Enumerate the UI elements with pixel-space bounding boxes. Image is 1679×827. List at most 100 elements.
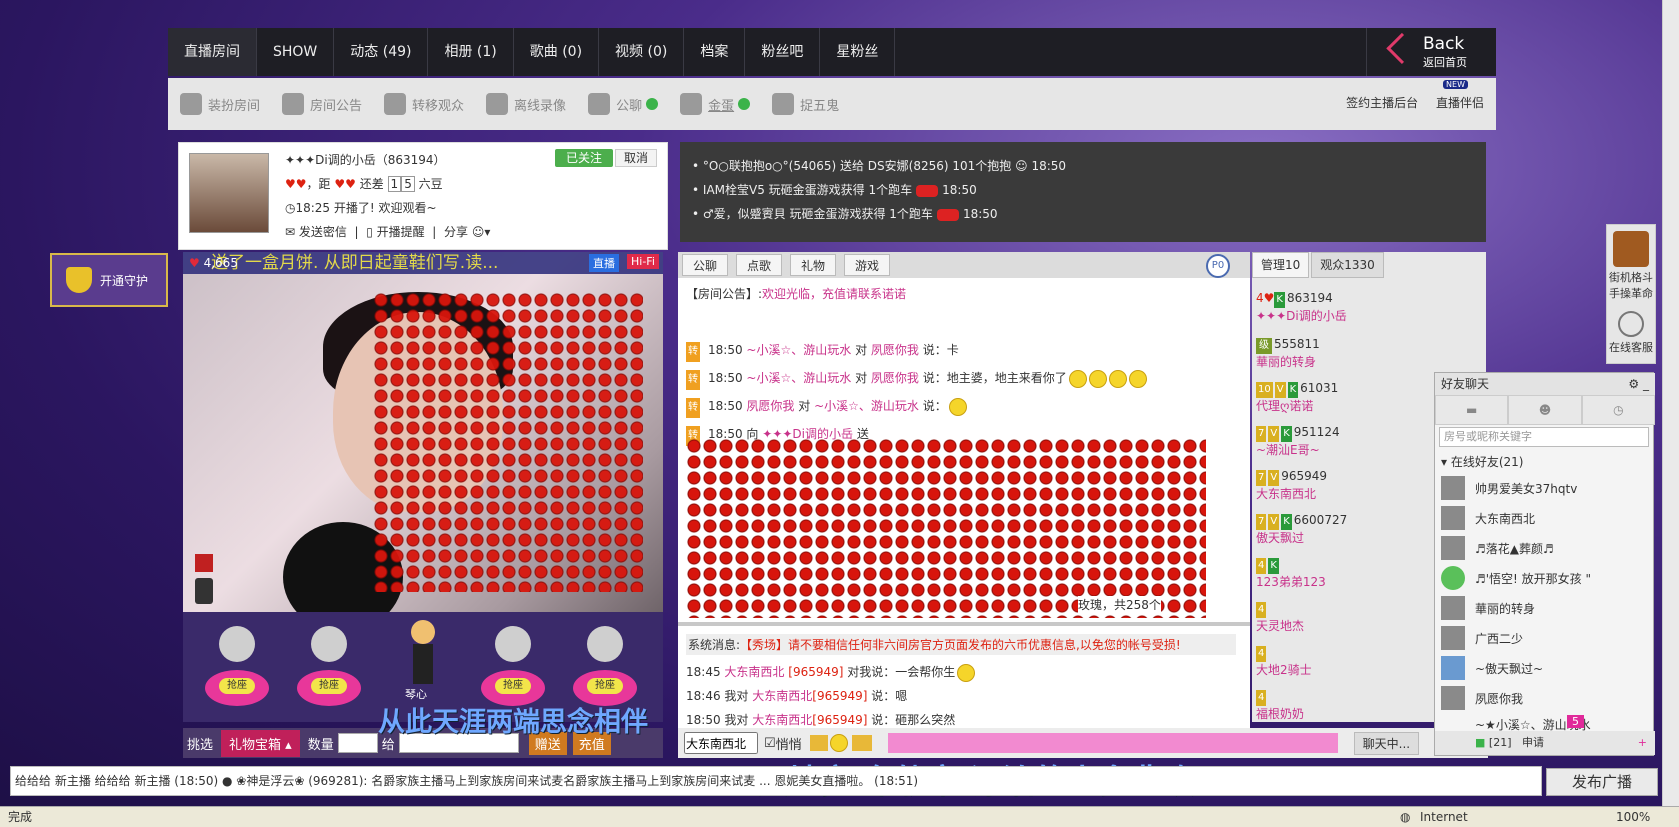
room-notice-button[interactable]: 房间公告 bbox=[282, 93, 362, 115]
friend-avatar bbox=[1441, 656, 1465, 680]
sports-car-icon bbox=[936, 208, 959, 221]
recent-tab-icon[interactable]: ◷ bbox=[1581, 395, 1655, 425]
gift-box-button[interactable]: 礼物宝箱 ▴ bbox=[221, 729, 300, 757]
add-friend-icon[interactable]: + bbox=[1638, 731, 1647, 755]
user-row[interactable]: 4 K 123弟弟123 bbox=[1256, 556, 1326, 590]
friend-item[interactable]: ♬'悟空! 放开那女孩 " bbox=[1441, 563, 1591, 593]
tab-public-chat[interactable]: 公聊 bbox=[682, 254, 729, 276]
tab-audience[interactable]: 观众1330 bbox=[1311, 252, 1384, 278]
followed-button[interactable]: 已关注 bbox=[555, 149, 613, 167]
apply-count-badge: 5 bbox=[1567, 715, 1584, 728]
chat-message-input[interactable] bbox=[887, 733, 1338, 753]
chat-to[interactable]: 夙愿你我 bbox=[871, 343, 919, 357]
seat-1[interactable]: 抢座 bbox=[201, 626, 273, 712]
messages-tab-icon[interactable]: ▬ bbox=[1435, 395, 1509, 425]
user-row[interactable]: 4 大地2骑士 bbox=[1256, 644, 1312, 678]
user-row[interactable]: 7 V K 951124 ~潮汕E哥~ bbox=[1256, 424, 1340, 458]
tab-song-request[interactable]: 点歌 bbox=[736, 254, 783, 276]
grab-seat-button[interactable]: 抢座 bbox=[219, 678, 255, 694]
user-row[interactable]: 7 V 965949 大东南西北 bbox=[1256, 468, 1327, 502]
online-friends-group[interactable]: ▾ 在线好友(21) bbox=[1441, 453, 1523, 470]
chat-say: 对我说：一会帮你生 bbox=[847, 665, 956, 679]
send-secret-message-link[interactable]: 发送密信 bbox=[299, 225, 347, 239]
settings-icon[interactable]: ⚙ _ bbox=[1628, 373, 1649, 395]
chat-from: 我对 bbox=[724, 689, 749, 703]
chatting-button[interactable]: 聊天中... bbox=[1353, 731, 1420, 755]
tab-fan-bar[interactable]: 粉丝吧 bbox=[745, 28, 821, 76]
video-player[interactable]: 送了一盒月饼. 从即日起童鞋们写.读... ♥ 4,665 直播 Hi-Fi bbox=[183, 252, 663, 612]
tab-star-fans[interactable]: 星粉丝 bbox=[820, 28, 896, 76]
chat-to[interactable]: 夙愿你我 bbox=[871, 371, 919, 385]
microphone-icon[interactable] bbox=[195, 578, 213, 604]
menu-icon[interactable] bbox=[195, 554, 213, 572]
tab-album[interactable]: 相册 (1) bbox=[428, 28, 514, 76]
unfollow-button[interactable]: 取消 bbox=[615, 149, 657, 167]
contacts-tab-icon[interactable]: ☻ bbox=[1508, 395, 1582, 425]
image-icon[interactable] bbox=[809, 735, 828, 751]
publish-broadcast-button[interactable]: 发布广播 bbox=[1546, 768, 1658, 796]
tab-songs[interactable]: 歌曲 (0) bbox=[514, 28, 600, 76]
chat-id: [965949] bbox=[812, 689, 868, 703]
tab-live-room[interactable]: 直播房间 bbox=[168, 28, 257, 76]
transfer-audience-button[interactable]: 转移观众 bbox=[384, 93, 464, 115]
online-status-icon[interactable]: ■ bbox=[1475, 736, 1485, 749]
tab-games[interactable]: 游戏 bbox=[844, 254, 891, 276]
chat-to[interactable]: ~小溪☆、游山玩水 bbox=[814, 399, 919, 413]
chat-target-select[interactable] bbox=[684, 732, 758, 754]
offline-record-button[interactable]: 离线录像 bbox=[486, 93, 566, 115]
chat-to[interactable]: 大东南西北 bbox=[752, 713, 812, 727]
chat-from[interactable]: 大东南西北 bbox=[724, 665, 784, 679]
friend-search-input[interactable]: 房号或昵称关键字 bbox=[1439, 427, 1649, 447]
public-chat-button[interactable]: 公聊 bbox=[588, 93, 659, 115]
tab-videos[interactable]: 视频 (0) bbox=[599, 28, 685, 76]
p-badge[interactable]: P0 bbox=[1206, 254, 1230, 278]
live-companion-link[interactable]: 直播伴侣 bbox=[1436, 96, 1484, 110]
user-row[interactable]: 级 555811 華丽的转身 bbox=[1256, 336, 1320, 370]
start-text: 18:25 开播了! 欢迎观看~ bbox=[295, 201, 437, 215]
user-row[interactable]: 10 V K 61031 代理ღ诺诺 bbox=[1256, 380, 1338, 414]
back-home-button[interactable]: Back 返回首页 bbox=[1366, 28, 1496, 76]
grab-seat-button[interactable]: 抢座 bbox=[495, 678, 531, 694]
apply-link[interactable]: 申请 bbox=[1522, 736, 1544, 749]
friend-item[interactable]: ~傲天飘过~ bbox=[1441, 653, 1543, 683]
seat-2[interactable]: 抢座 bbox=[293, 626, 365, 712]
open-guard-button[interactable]: 开通守护 bbox=[50, 253, 168, 307]
friend-avatar bbox=[1441, 536, 1465, 560]
host-backend-link[interactable]: 签约主播后台 bbox=[1346, 96, 1418, 110]
emoji-icon[interactable] bbox=[829, 734, 848, 752]
golden-egg-button[interactable]: 金蛋 bbox=[680, 93, 751, 115]
live-reminder-link[interactable]: 开播提醒 bbox=[377, 225, 425, 239]
tab-gifts[interactable]: 礼物 bbox=[790, 254, 837, 276]
chat-say: 说：嗯 bbox=[871, 689, 908, 703]
tab-profile[interactable]: 档案 bbox=[684, 28, 746, 76]
tab-show[interactable]: SHOW bbox=[257, 28, 335, 76]
friend-item[interactable]: 華丽的转身 bbox=[1441, 593, 1535, 623]
tab-admins[interactable]: 管理10 bbox=[1252, 252, 1310, 278]
repost-tag: 转 bbox=[686, 342, 700, 362]
globe-icon: ◍ bbox=[1400, 810, 1411, 824]
tab-feed[interactable]: 动态 (49) bbox=[334, 28, 429, 76]
friend-item[interactable]: 大东南西北 bbox=[1441, 503, 1535, 533]
chat-messages: 【房间公告】:欢迎光临，充值请联系诺诺 转 18:50 ~小溪☆、游山玩水 对 夙… bbox=[678, 278, 1250, 618]
side-ad[interactable]: 街机格斗 手操革命 在线客服 bbox=[1606, 224, 1656, 364]
grab-seat-button[interactable]: 抢座 bbox=[587, 678, 623, 694]
color-text-icon[interactable] bbox=[851, 735, 872, 751]
user-row[interactable]: 4♥ K 863194 ✦✦✦Di调的小岳 bbox=[1256, 290, 1347, 324]
grab-seat-button[interactable]: 抢座 bbox=[311, 678, 347, 694]
whisper-checkbox[interactable]: ☑ bbox=[764, 736, 776, 751]
user-row[interactable]: 4 福根奶奶 bbox=[1256, 688, 1304, 722]
zoom-level[interactable]: 100% bbox=[1616, 807, 1650, 827]
friend-item[interactable]: 广西二少 bbox=[1441, 623, 1523, 653]
share-link[interactable]: 分享 bbox=[444, 225, 468, 239]
page-scrollbar[interactable] bbox=[1662, 0, 1679, 806]
chat-to[interactable]: 大东南西北 bbox=[752, 689, 812, 703]
quantity-input[interactable] bbox=[337, 733, 378, 753]
friend-item[interactable]: ♬落花▲葬颜♬ bbox=[1441, 533, 1554, 563]
friend-item[interactable]: 帅男爱美女37hqtv bbox=[1441, 473, 1577, 503]
streamer-avatar[interactable] bbox=[189, 153, 269, 233]
user-row[interactable]: 4 天灵地杰 bbox=[1256, 600, 1304, 634]
gift-message-text: ♂爱，似蹙賨貝 玩砸金蛋游戏获得 1个跑车 bbox=[702, 207, 933, 221]
dress-room-button[interactable]: 装扮房间 bbox=[180, 93, 260, 115]
user-row[interactable]: 7 V K 6600727 傲天飘过 bbox=[1256, 512, 1347, 546]
catch-ghosts-button[interactable]: 捉五鬼 bbox=[772, 93, 839, 115]
